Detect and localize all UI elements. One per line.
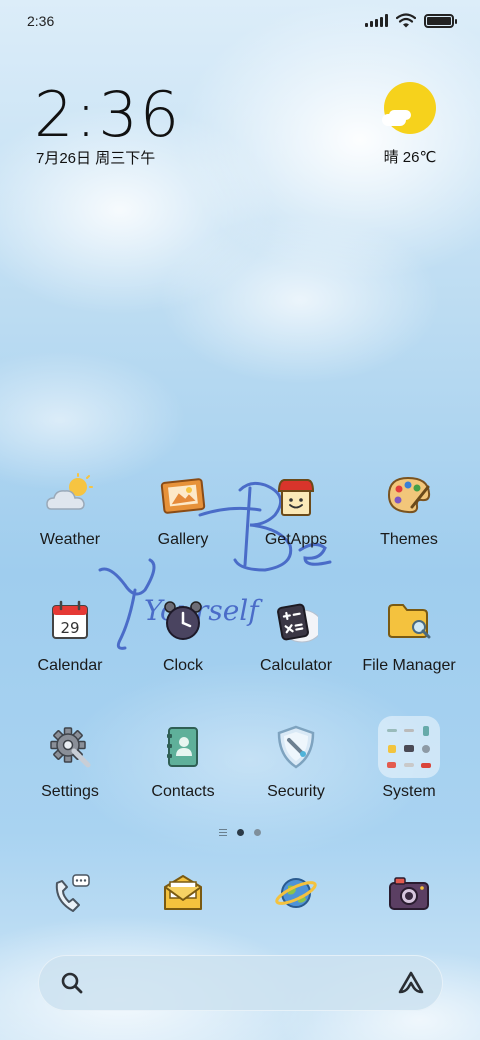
file-manager-icon (384, 596, 434, 646)
app-weather[interactable]: Weather (10, 470, 130, 580)
app-contacts[interactable]: Contacts (123, 722, 243, 832)
app-calculator[interactable]: Calculator (236, 596, 356, 706)
getapps-icon (271, 470, 321, 520)
sunny-icon (382, 82, 436, 134)
settings-icon (45, 722, 95, 772)
phone-icon (55, 874, 90, 912)
app-calendar[interactable]: 29 Calendar (10, 596, 130, 706)
svg-text:29: 29 (60, 619, 79, 637)
status-time: 2:36 (27, 13, 55, 29)
weather-widget[interactable]: 晴 26℃ (370, 82, 450, 167)
app-label: Clock (162, 657, 203, 674)
contacts-icon (158, 722, 208, 772)
calculator-icon (271, 596, 321, 646)
browser-icon (275, 878, 317, 908)
page-list-icon[interactable] (219, 829, 227, 836)
folder-icon (378, 716, 440, 778)
app-gallery[interactable]: Gallery (123, 470, 243, 580)
dock-messages[interactable] (158, 868, 208, 918)
app-label: Security (267, 783, 325, 800)
weather-icon (45, 470, 95, 520)
app-label: Gallery (157, 531, 209, 548)
app-label: File Manager (362, 657, 456, 674)
wifi-icon (396, 13, 416, 28)
weather-widget-text: 晴 26℃ (383, 149, 437, 166)
security-icon (271, 722, 321, 772)
app-getapps[interactable]: GetApps (236, 470, 356, 580)
dock-phone[interactable] (45, 868, 95, 918)
app-label: Contacts (151, 783, 215, 800)
dock-browser[interactable] (271, 868, 321, 918)
search-icon[interactable] (60, 971, 84, 995)
app-security[interactable]: Security (236, 722, 356, 832)
status-bar: 2:36 (0, 0, 480, 42)
messages-icon (164, 875, 202, 910)
app-label: System (382, 783, 436, 800)
app-label: Themes (380, 531, 438, 548)
app-themes[interactable]: Themes (349, 470, 469, 580)
themes-icon (384, 470, 434, 520)
page-indicator (0, 829, 480, 836)
calendar-icon: 29 (45, 596, 95, 646)
app-label: Weather (39, 531, 101, 548)
clock-widget-date[interactable]: 7月26日 周三下午 (36, 147, 155, 168)
page-dot-1[interactable] (237, 829, 244, 836)
clock-icon (158, 596, 208, 646)
app-label: Calculator (259, 657, 333, 674)
camera-icon (389, 877, 429, 910)
app-settings[interactable]: Settings (10, 722, 130, 832)
clock-widget-time[interactable]: 2:36 (34, 78, 181, 151)
search-bar[interactable] (38, 955, 443, 1011)
status-icons (365, 13, 457, 28)
assistant-icon[interactable] (397, 970, 425, 996)
page-dot-2[interactable] (254, 829, 261, 836)
app-folder-system[interactable]: System (349, 716, 469, 826)
gallery-icon (158, 470, 208, 520)
app-label: GetApps (264, 531, 328, 548)
signal-icon (365, 14, 388, 27)
app-label: Calendar (37, 657, 103, 674)
app-file-manager[interactable]: File Manager (349, 596, 469, 706)
dock-camera[interactable] (384, 868, 434, 918)
battery-icon (424, 13, 457, 28)
app-label: Settings (41, 783, 99, 800)
app-clock[interactable]: Clock (123, 596, 243, 706)
